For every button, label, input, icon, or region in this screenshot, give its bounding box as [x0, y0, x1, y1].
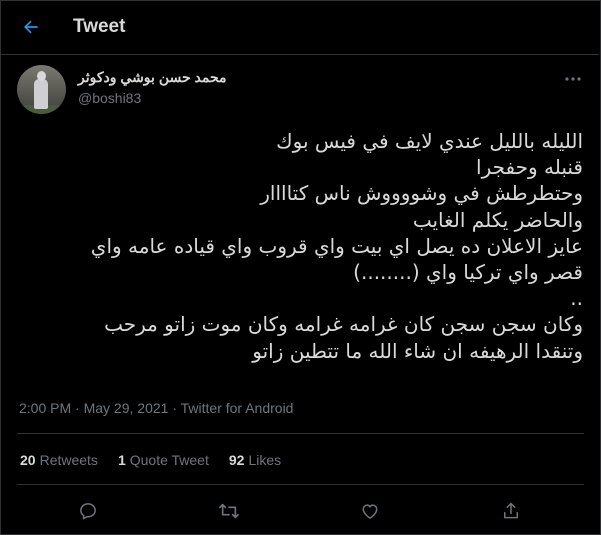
meta-separator: ·	[75, 400, 84, 416]
likes-label: Likes	[248, 452, 282, 468]
tweet-meta: 2:00 PM · May 29, 2021 · Twitter for And…	[19, 400, 293, 416]
tweet-date[interactable]: May 29, 2021	[84, 400, 169, 416]
tweet-time[interactable]: 2:00 PM	[19, 400, 71, 416]
divider	[17, 484, 584, 485]
share-icon	[501, 501, 521, 521]
tweet-line: وكان سجن سجن كان غرامه غرامه وكان موت زا…	[104, 312, 583, 337]
more-options-button[interactable]	[560, 66, 586, 92]
retweets-count: 20	[20, 452, 36, 468]
tweet-line: قصر واي تركيا واي (........)	[353, 260, 583, 285]
retweet-button[interactable]	[216, 498, 242, 524]
share-button[interactable]	[498, 498, 524, 524]
tweet-text: الليله بالليل عندي لايف في فيس بوك قنبله…	[20, 128, 583, 364]
tweet-line: قنبله وحفجرا	[476, 155, 583, 180]
retweets-stat[interactable]: 20 Retweets	[20, 452, 98, 468]
reply-button[interactable]	[75, 498, 101, 524]
quotes-label: Quote Tweet	[129, 452, 209, 468]
tweet-line: والحاضر يكلم الغايب	[412, 207, 583, 232]
back-button[interactable]	[18, 14, 44, 40]
tweet-line: وحتطرطش في وشووووش ناس كتاااار	[260, 181, 583, 206]
likes-stat[interactable]: 92 Likes	[229, 452, 281, 468]
page-title: Tweet	[73, 16, 126, 37]
like-icon	[360, 501, 380, 521]
retweets-label: Retweets	[39, 452, 98, 468]
likes-count: 92	[228, 452, 245, 468]
tweet-line: الليله بالليل عندي لايف في فيس بوك	[276, 129, 583, 153]
author-display-name[interactable]: محمد حسن بوشي ودكوثر	[78, 69, 227, 86]
retweet-icon	[218, 501, 240, 521]
arrow-left-icon	[21, 17, 41, 37]
like-button[interactable]	[357, 498, 383, 524]
quotes-stat[interactable]: 1 Quote Tweet	[118, 452, 209, 468]
tweet-line: وتنقدا الرهيفه ان شاء الله ما تتطين زاتو	[252, 338, 583, 363]
more-icon	[564, 76, 582, 82]
divider	[17, 433, 584, 434]
quotes-count: 1	[117, 452, 126, 468]
author-handle[interactable]: @boshi83	[78, 90, 141, 106]
avatar-figure	[34, 79, 48, 109]
header: Tweet	[0, 0, 599, 55]
tweet-line: عايز الاعلان ده يصل اي بيت واي قروب واي …	[90, 233, 583, 258]
avatar[interactable]	[17, 65, 66, 114]
tweet-source[interactable]: Twitter for Android	[181, 400, 294, 416]
tweet-line: ..	[570, 286, 583, 311]
avatar-head	[37, 71, 46, 81]
reply-icon	[78, 501, 98, 521]
meta-separator: ·	[172, 400, 181, 416]
tweet-stats: 20 Retweets 1 Quote Tweet 92 Likes	[20, 452, 281, 468]
